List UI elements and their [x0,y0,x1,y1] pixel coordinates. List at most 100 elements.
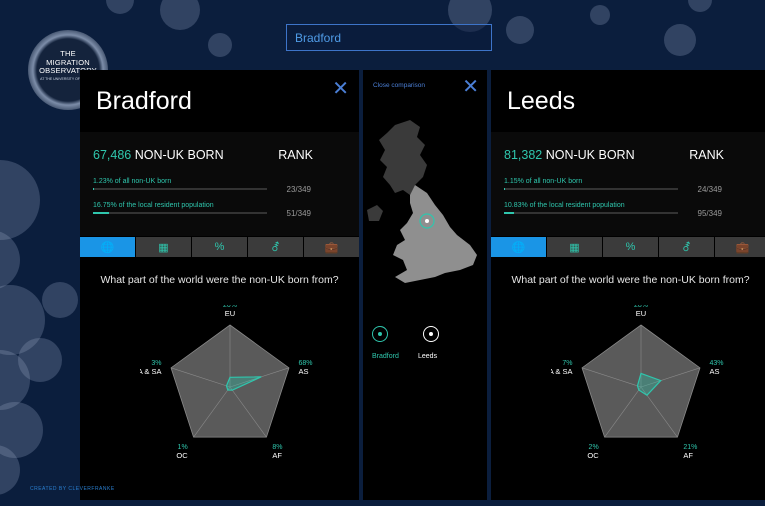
radar-region-label: NA & SA [551,367,573,376]
comparison-panel: Close comparison ✕ Bradford Leeds [363,70,487,500]
percent-icon: % [214,241,225,253]
briefcase-icon: 💼 [324,241,339,254]
radar-percent-label: 7% [562,360,572,367]
bradford-marker-icon[interactable] [372,326,388,342]
rank-value: 24/349 [697,185,722,194]
background-bubble [664,24,696,56]
panel-header: Leeds [491,70,765,130]
radar-percent-label: 3% [151,360,161,367]
progress-fill [93,212,110,214]
radar-percent-label: 43% [709,360,723,367]
radar-region-label: NA & SA [140,367,162,376]
tab-age[interactable]: % [603,237,659,257]
tab-arrival-year[interactable]: ▦ [547,237,603,257]
share-of-local-population: 16.75% of the local resident population [93,202,214,209]
northern-ireland-shape [367,205,383,221]
radar-percent-label: 2% [589,444,599,451]
marker-dot [429,332,433,336]
radar-percent-label: 21% [683,444,697,451]
progress-fill [93,188,95,190]
progress-bar [93,188,267,190]
percent-icon: % [625,241,636,253]
progress-bar [504,212,678,214]
city-title: Bradford [96,87,192,115]
tab-gender[interactable]: ⚦ [248,237,304,257]
origin-radar-chart: 28%EU43%AS21%AF2%OC7%NA & SA [551,305,723,460]
city-title: Leeds [507,87,576,115]
progress-bar [504,188,678,190]
progress-fill [504,188,506,190]
gender-icon: ⚦ [270,241,281,254]
city-panel-right: Leeds 81,382 NON-UK BORN RANK 1.15% of a… [491,70,765,500]
rank-label: RANK [689,148,724,162]
close-icon[interactable]: ✕ [332,76,349,101]
marker-dot [378,332,382,336]
city-panel-left: Bradford ✕ 67,486 NON-UK BORN RANK 1.23%… [80,70,359,500]
background-bubble [506,16,534,44]
question-heading: What part of the world were the non-UK b… [511,274,750,286]
uk-map [367,120,477,283]
radar-region-label: OC [587,451,599,460]
radar-region-label: EU [225,309,235,318]
radar-region-label: AF [272,451,282,460]
tab-employment[interactable]: 💼 [304,237,359,257]
globe-icon: 🌐 [100,241,115,254]
share-of-local-population: 10.83% of the local resident population [504,202,625,209]
category-tabs: 🌐 ▦ % ⚦ 💼 [80,237,359,257]
search-input[interactable]: Bradford [286,24,492,51]
background-bubble [42,282,78,318]
briefcase-icon: 💼 [735,241,750,254]
progress-bar [93,212,267,214]
tab-employment[interactable]: 💼 [715,237,765,257]
calendar-icon: ▦ [158,241,169,254]
background-bubble [590,5,610,25]
rank-value: 95/349 [697,209,722,218]
share-of-non-uk-born: 1.23% of all non-UK born [93,178,172,185]
close-icon[interactable]: ✕ [462,74,479,99]
radar-percent-label: 8% [272,444,282,451]
radar-region-label: AS [709,367,719,376]
tab-origin[interactable]: 🌐 [80,237,136,257]
rank-value: 23/349 [286,185,311,194]
radar-percent-label: 68% [298,360,312,367]
background-bubble [688,0,712,12]
background-bubble [106,0,134,14]
globe-icon: 🌐 [511,241,526,254]
tab-origin[interactable]: 🌐 [491,237,547,257]
stats-section: 81,382 NON-UK BORN RANK 1.15% of all non… [491,132,765,236]
legend-leeds: Leeds [418,353,438,360]
radar-region-label: EU [636,309,646,318]
background-bubble [0,160,40,240]
close-comparison-link[interactable]: Close comparison [373,82,425,89]
radar-region-label: AF [683,451,693,460]
rank-value: 51/349 [286,209,311,218]
radar-percent-label: 1% [178,444,188,451]
yorkshire-marker-dot [425,219,429,223]
legend-bradford: Bradford [372,353,399,360]
background-bubble [0,230,20,290]
stats-section: 67,486 NON-UK BORN RANK 1.23% of all non… [80,132,359,236]
progress-fill [504,212,515,214]
non-uk-born-count: 67,486 NON-UK BORN [93,148,224,162]
background-bubble [18,338,62,382]
share-of-non-uk-born: 1.15% of all non-UK born [504,178,583,185]
question-heading: What part of the world were the non-UK b… [100,274,339,286]
background-bubble [160,0,200,30]
footer-credit: CREATED BY CLEVERFRANKE [30,486,115,492]
tab-gender[interactable]: ⚦ [659,237,715,257]
england-wales-shape [393,185,477,283]
radar-region-label: AS [298,367,308,376]
radar-region-label: OC [176,451,188,460]
scotland-shape [379,120,427,195]
gender-icon: ⚦ [681,241,692,254]
origin-radar-chart: 20%EU68%AS8%AF1%OC3%NA & SA [140,305,312,460]
calendar-icon: ▦ [569,241,580,254]
tab-age[interactable]: % [192,237,248,257]
rank-label: RANK [278,148,313,162]
non-uk-born-count: 81,382 NON-UK BORN [504,148,635,162]
leeds-marker-icon[interactable] [423,326,439,342]
category-tabs: 🌐 ▦ % ⚦ 💼 [491,237,765,257]
panel-header: Bradford ✕ [80,70,359,130]
tab-arrival-year[interactable]: ▦ [136,237,192,257]
background-bubble [208,33,232,57]
